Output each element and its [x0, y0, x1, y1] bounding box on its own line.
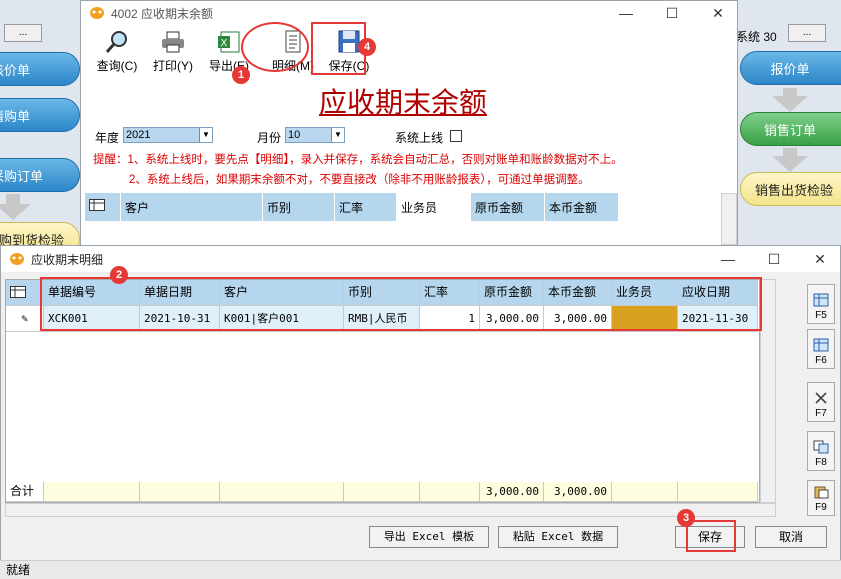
flow-button-purchase-request[interactable]: 请购单 — [0, 98, 80, 132]
left-more-button[interactable]: ... — [4, 24, 42, 42]
side-button-f9[interactable]: F9 — [807, 480, 835, 516]
col-currency[interactable]: 币别 — [263, 193, 335, 221]
annotation-marker-3: 3 — [677, 509, 695, 527]
annotation-marker-1: 1 — [232, 66, 250, 84]
footer-empty — [612, 482, 678, 502]
minimize-icon[interactable]: — — [617, 4, 635, 22]
paste-excel-data-button[interactable]: 粘贴 Excel 数据 — [498, 526, 618, 548]
col-customer[interactable]: 客户 — [121, 193, 263, 221]
footer-empty — [344, 482, 420, 502]
window-titlebar: 4002 应收期末余额 — [81, 1, 737, 25]
year-label: 年度 — [95, 131, 120, 145]
paste-icon — [814, 486, 829, 499]
grid-settings-icon[interactable] — [85, 193, 121, 221]
annotation-circle-detail — [241, 22, 309, 72]
right-more-button[interactable]: ... — [788, 24, 826, 42]
footer-empty — [220, 482, 344, 502]
col-salesperson[interactable]: 业务员 — [397, 193, 471, 221]
status-bar: 就绪 — [0, 560, 841, 579]
flow-arrow — [772, 96, 808, 112]
flow-button-sales-order[interactable]: 销售订单 — [740, 112, 841, 146]
minimize-icon[interactable]: — — [719, 250, 737, 268]
excel-icon: X — [218, 31, 240, 53]
close-icon[interactable]: ✕ — [811, 250, 829, 268]
printer-icon — [162, 31, 184, 53]
close-icon[interactable]: ✕ — [709, 4, 727, 22]
horizontal-scrollbar[interactable] — [5, 503, 776, 517]
print-button[interactable]: 打印(Y) — [145, 27, 201, 75]
detail-window-title: 应收期末明细 — [31, 252, 104, 267]
month-select[interactable]: 10 ▼ — [285, 127, 345, 143]
svg-text:X: X — [221, 38, 228, 49]
balance-grid-header: 客户 币别 汇率 业务员 原币金额 本币金额 — [85, 193, 619, 221]
side-button-f7[interactable]: F7 — [807, 382, 835, 422]
print-label: 打印(Y) — [153, 59, 193, 73]
side-button-f8[interactable]: F8 — [807, 431, 835, 471]
magnifier-icon — [105, 31, 127, 53]
annotation-box-grid — [40, 277, 762, 331]
reminder-line-2: 2、系统上线后，如果期末余额不对，不要直接改（除非不用账龄报表），可通过单据调整… — [129, 174, 590, 186]
flow-arrow — [0, 204, 31, 220]
delete-icon — [815, 392, 827, 404]
flow-button-purchase-order[interactable]: 采购订单 — [0, 158, 80, 192]
f5-label: F5 — [815, 310, 827, 321]
col-local-amount[interactable]: 本币金额 — [545, 193, 619, 221]
right-system-label: 系统 30 — [736, 30, 777, 44]
receivable-balance-window: 4002 应收期末余额 — ☐ ✕ 查询(C) 打印(Y) X 导出(E) 明细… — [80, 0, 738, 250]
annotation-marker-4: 4 — [358, 38, 376, 56]
app-logo-icon — [90, 7, 104, 19]
online-label: 系统上线 — [395, 131, 444, 145]
flow-arrow-stem — [6, 194, 20, 204]
footer-total-label: 合计 — [6, 482, 44, 502]
footer-empty — [678, 482, 758, 502]
detail-cancel-button[interactable]: 取消 — [755, 526, 827, 548]
insert-row-icon — [813, 338, 829, 352]
add-row-icon — [813, 293, 829, 307]
footer-local-amount: 3,000.00 — [544, 482, 612, 502]
f7-label: F7 — [815, 408, 827, 419]
f8-label: F8 — [815, 457, 827, 468]
flow-button-sales-shipment-inspection[interactable]: 销售出货检验 — [740, 172, 841, 206]
footer-empty — [420, 482, 480, 502]
detail-titlebar: 应收期末明细 — [1, 246, 840, 272]
month-value: 10 — [288, 129, 301, 141]
edit-pencil-icon: ✎ — [6, 306, 44, 332]
footer-empty — [44, 482, 140, 502]
col-rate[interactable]: 汇率 — [335, 193, 397, 221]
query-button[interactable]: 查询(C) — [89, 27, 145, 75]
flow-arrow — [772, 156, 808, 172]
copy-icon — [813, 440, 829, 454]
page-title: 应收期末余额 — [319, 86, 488, 119]
footer-empty — [140, 482, 220, 502]
vertical-scrollbar[interactable] — [721, 193, 737, 245]
flow-button-quotation[interactable]: 报价单 — [740, 51, 841, 85]
f9-label: F9 — [815, 502, 827, 513]
side-button-f5[interactable]: F5 — [807, 284, 835, 324]
maximize-icon[interactable]: ☐ — [663, 4, 681, 22]
window-title: 4002 应收期末余额 — [111, 6, 214, 21]
annotation-marker-2: 2 — [110, 266, 128, 284]
side-button-f6[interactable]: F6 — [807, 329, 835, 369]
footer-original-amount: 3,000.00 — [480, 482, 544, 502]
online-checkbox[interactable] — [450, 130, 462, 142]
col-original-amount[interactable]: 原币金额 — [471, 193, 545, 221]
app-logo-icon — [10, 253, 24, 265]
annotation-box-detail-save — [686, 520, 736, 552]
export-excel-template-button[interactable]: 导出 Excel 模板 — [369, 526, 489, 548]
grid-settings-icon[interactable] — [6, 280, 44, 306]
reminder-line-1: 提醒：1、系统上线时，要先点【明细】，录入并保存，系统会自动汇总，否则对账单和账… — [93, 154, 623, 166]
chevron-down-icon: ▼ — [331, 128, 344, 142]
vertical-scrollbar[interactable] — [760, 279, 776, 503]
flow-button-quote-check[interactable]: 核价单 — [0, 52, 80, 86]
chevron-down-icon: ▼ — [199, 128, 212, 142]
year-value: 2021 — [126, 129, 151, 141]
year-select[interactable]: 2021 ▼ — [123, 127, 213, 143]
query-label: 查询(C) — [96, 59, 138, 73]
maximize-icon[interactable]: ☐ — [765, 250, 783, 268]
month-label: 月份 — [257, 131, 282, 145]
f6-label: F6 — [815, 355, 827, 366]
